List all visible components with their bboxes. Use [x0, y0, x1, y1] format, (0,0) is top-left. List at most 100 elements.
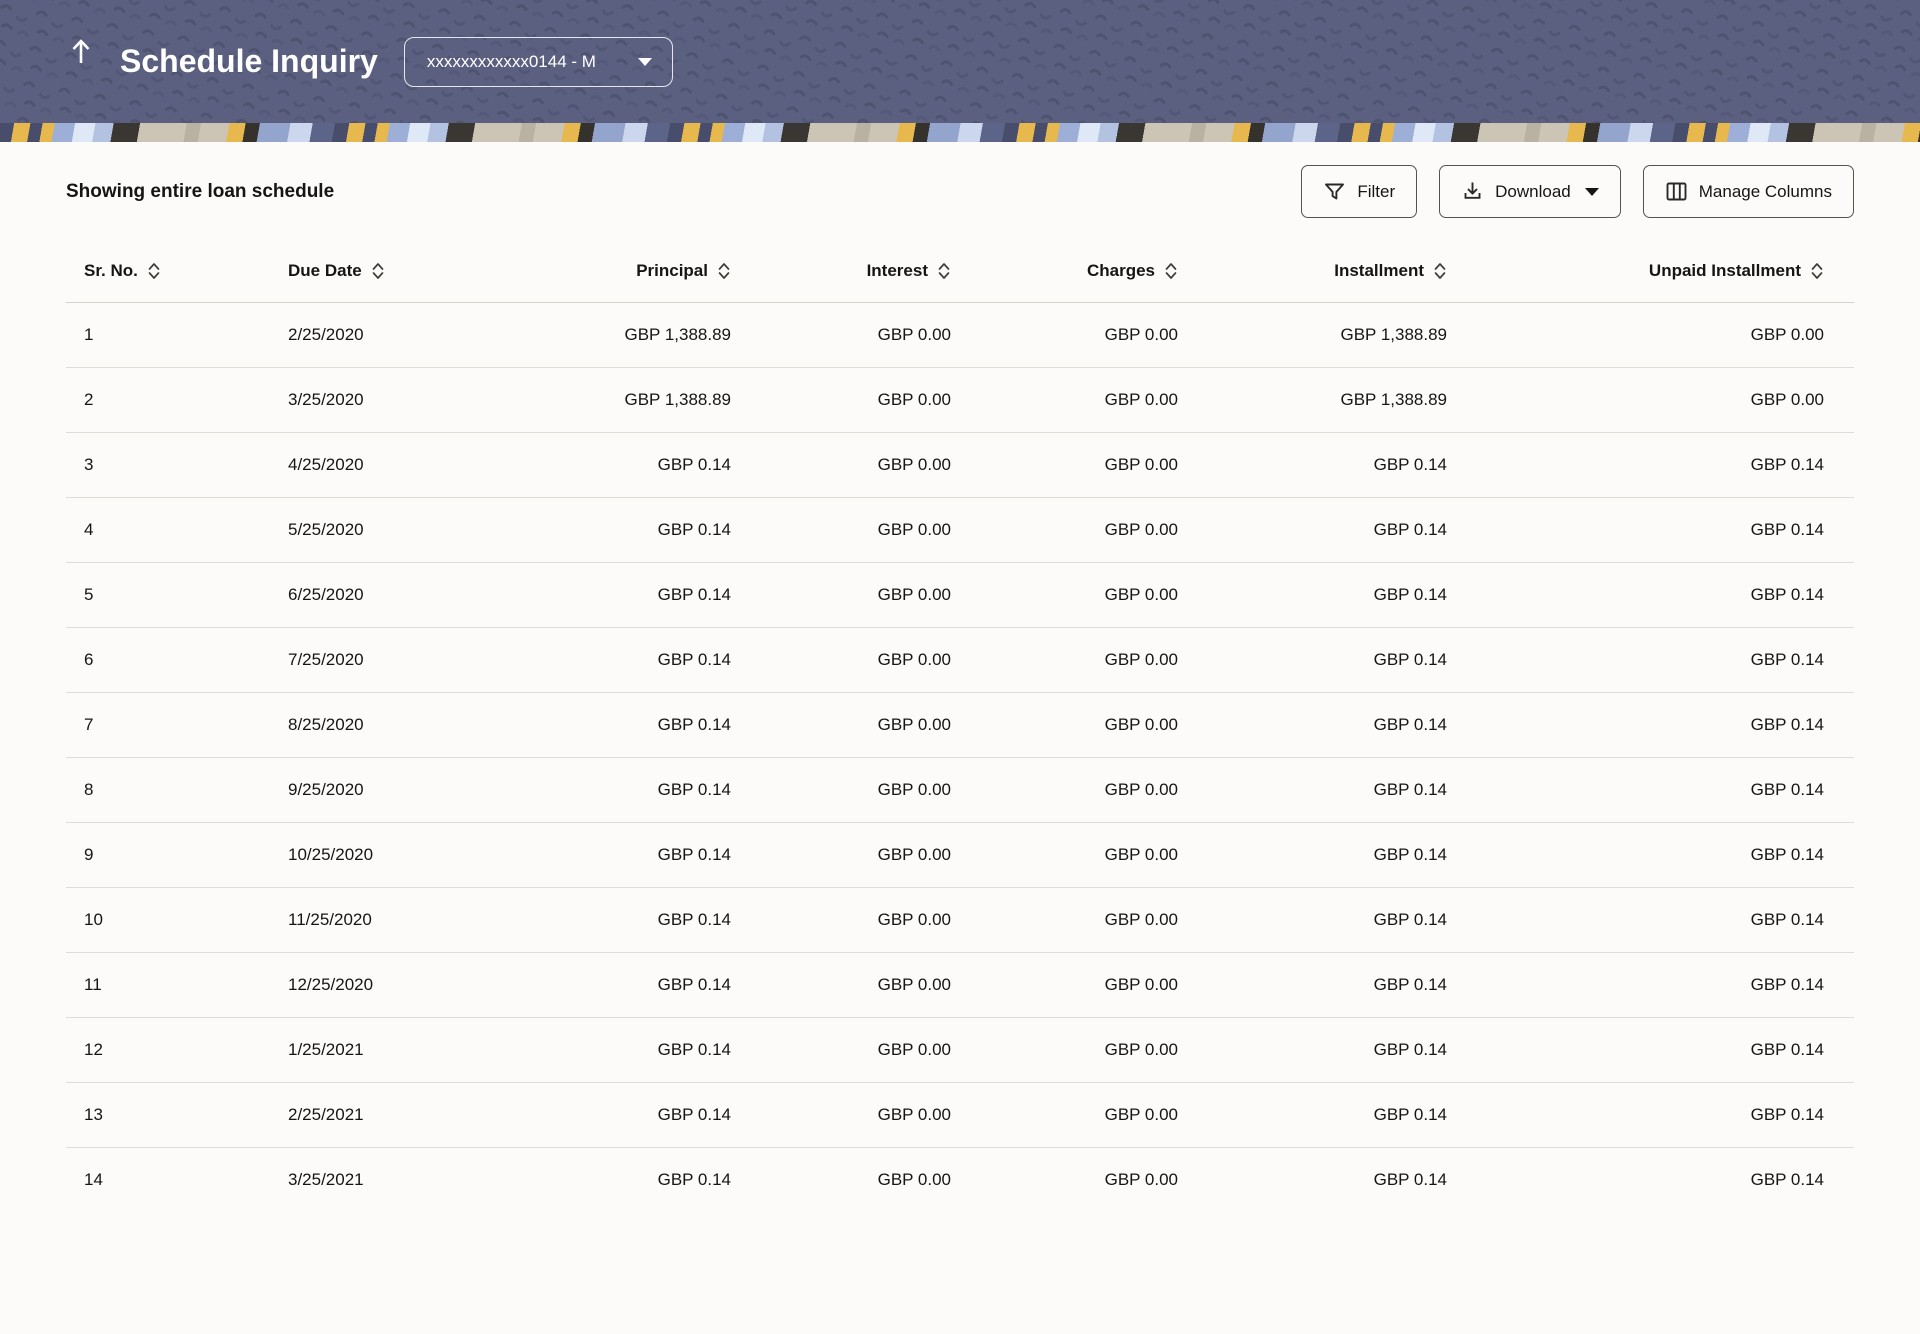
cell-charges: GBP 0.00 — [951, 887, 1178, 952]
table-row: 78/25/2020GBP 0.14GBP 0.00GBP 0.00GBP 0.… — [66, 692, 1854, 757]
manage-columns-icon — [1665, 180, 1688, 203]
cell-installment: GBP 0.14 — [1178, 432, 1447, 497]
cell-principal: GBP 0.14 — [518, 757, 731, 822]
sort-icon — [1433, 261, 1447, 281]
sort-icon — [937, 261, 951, 281]
sort-icon — [147, 261, 161, 281]
cell-unpaid-installment: GBP 0.14 — [1447, 822, 1854, 887]
cell-interest: GBP 0.00 — [731, 497, 951, 562]
page-title: Schedule Inquiry — [120, 43, 378, 80]
cell-interest: GBP 0.00 — [731, 1017, 951, 1082]
cell-principal: GBP 0.14 — [518, 1082, 731, 1147]
cell-sr-no: 11 — [66, 952, 288, 1017]
sort-icon — [717, 261, 731, 281]
sort-icon — [1810, 261, 1824, 281]
account-dropdown[interactable]: xxxxxxxxxxxx0144 - M — [404, 37, 673, 87]
cell-installment: GBP 0.14 — [1178, 952, 1447, 1017]
cell-principal: GBP 0.14 — [518, 497, 731, 562]
cell-principal: GBP 0.14 — [518, 627, 731, 692]
cell-unpaid-installment: GBP 0.14 — [1447, 887, 1854, 952]
cell-due-date: 8/25/2020 — [288, 692, 518, 757]
cell-interest: GBP 0.00 — [731, 1147, 951, 1212]
account-dropdown-value: xxxxxxxxxxxx0144 - M — [427, 52, 596, 72]
sort-icon — [1164, 261, 1178, 281]
manage-columns-button[interactable]: Manage Columns — [1643, 165, 1854, 218]
table-row: 45/25/2020GBP 0.14GBP 0.00GBP 0.00GBP 0.… — [66, 497, 1854, 562]
cell-unpaid-installment: GBP 0.14 — [1447, 627, 1854, 692]
cell-interest: GBP 0.00 — [731, 1082, 951, 1147]
column-header-installment[interactable]: Installment — [1178, 240, 1447, 302]
table-row: 56/25/2020GBP 0.14GBP 0.00GBP 0.00GBP 0.… — [66, 562, 1854, 627]
cell-charges: GBP 0.00 — [951, 1017, 1178, 1082]
cell-charges: GBP 0.00 — [951, 757, 1178, 822]
sort-icon — [371, 261, 385, 281]
chevron-down-icon — [1585, 188, 1599, 196]
table-row: 132/25/2021GBP 0.14GBP 0.00GBP 0.00GBP 0… — [66, 1082, 1854, 1147]
cell-interest: GBP 0.00 — [731, 627, 951, 692]
download-button[interactable]: Download — [1439, 165, 1621, 218]
column-header-due-date[interactable]: Due Date — [288, 240, 518, 302]
cell-installment: GBP 0.14 — [1178, 1017, 1447, 1082]
cell-due-date: 5/25/2020 — [288, 497, 518, 562]
toolbar-buttons: Filter Download Manage Columns — [1301, 165, 1854, 218]
cell-installment: GBP 1,388.89 — [1178, 302, 1447, 367]
table-row: 143/25/2021GBP 0.14GBP 0.00GBP 0.00GBP 0… — [66, 1147, 1854, 1212]
cell-interest: GBP 0.00 — [731, 757, 951, 822]
cell-installment: GBP 0.14 — [1178, 692, 1447, 757]
table-row: 34/25/2020GBP 0.14GBP 0.00GBP 0.00GBP 0.… — [66, 432, 1854, 497]
table-row: 910/25/2020GBP 0.14GBP 0.00GBP 0.00GBP 0… — [66, 822, 1854, 887]
cell-interest: GBP 0.00 — [731, 887, 951, 952]
cell-installment: GBP 0.14 — [1178, 497, 1447, 562]
arrow-up-icon — [68, 36, 94, 66]
cell-principal: GBP 0.14 — [518, 1147, 731, 1212]
manage-columns-button-label: Manage Columns — [1699, 182, 1832, 202]
cell-sr-no: 9 — [66, 822, 288, 887]
cell-unpaid-installment: GBP 0.14 — [1447, 497, 1854, 562]
main-content: Showing entire loan schedule Filter Down… — [0, 165, 1920, 1212]
cell-unpaid-installment: GBP 0.14 — [1447, 1082, 1854, 1147]
filter-icon — [1323, 180, 1346, 203]
cell-principal: GBP 0.14 — [518, 1017, 731, 1082]
cell-due-date: 1/25/2021 — [288, 1017, 518, 1082]
column-header-principal[interactable]: Principal — [518, 240, 731, 302]
cell-principal: GBP 1,388.89 — [518, 367, 731, 432]
cell-due-date: 12/25/2020 — [288, 952, 518, 1017]
column-header-label: Charges — [1087, 261, 1155, 281]
table-row: 23/25/2020GBP 1,388.89GBP 0.00GBP 0.00GB… — [66, 367, 1854, 432]
cell-unpaid-installment: GBP 0.14 — [1447, 432, 1854, 497]
cell-installment: GBP 1,388.89 — [1178, 367, 1447, 432]
cell-unpaid-installment: GBP 0.00 — [1447, 302, 1854, 367]
filter-button[interactable]: Filter — [1301, 165, 1417, 218]
cell-unpaid-installment: GBP 0.14 — [1447, 562, 1854, 627]
cell-due-date: 9/25/2020 — [288, 757, 518, 822]
cell-unpaid-installment: GBP 0.14 — [1447, 757, 1854, 822]
column-header-charges[interactable]: Charges — [951, 240, 1178, 302]
column-header-label: Unpaid Installment — [1649, 261, 1801, 281]
cell-installment: GBP 0.14 — [1178, 627, 1447, 692]
cell-due-date: 3/25/2021 — [288, 1147, 518, 1212]
table-header-row: Sr. No.Due DatePrincipalInterest Charges I… — [66, 240, 1854, 302]
cell-charges: GBP 0.00 — [951, 432, 1178, 497]
header-content: Schedule Inquiry xxxxxxxxxxxx0144 - M — [0, 0, 1920, 123]
cell-unpaid-installment: GBP 0.14 — [1447, 1017, 1854, 1082]
table-row: 1112/25/2020GBP 0.14GBP 0.00GBP 0.00GBP … — [66, 952, 1854, 1017]
cell-principal: GBP 0.14 — [518, 952, 731, 1017]
cell-due-date: 11/25/2020 — [288, 887, 518, 952]
app-header: Schedule Inquiry xxxxxxxxxxxx0144 - M — [0, 0, 1920, 123]
table-body: 12/25/2020GBP 1,388.89GBP 0.00GBP 0.00GB… — [66, 302, 1854, 1212]
cell-principal: GBP 1,388.89 — [518, 302, 731, 367]
decorative-banner-strip — [0, 123, 1920, 142]
table-row: 1011/25/2020GBP 0.14GBP 0.00GBP 0.00GBP … — [66, 887, 1854, 952]
cell-installment: GBP 0.14 — [1178, 1082, 1447, 1147]
cell-sr-no: 4 — [66, 497, 288, 562]
download-button-label: Download — [1495, 182, 1571, 202]
column-header-unpaid-installment[interactable]: Unpaid Installment — [1447, 240, 1854, 302]
cell-charges: GBP 0.00 — [951, 367, 1178, 432]
cell-due-date: 6/25/2020 — [288, 562, 518, 627]
cell-sr-no: 10 — [66, 887, 288, 952]
cell-unpaid-installment: GBP 0.14 — [1447, 1147, 1854, 1212]
cell-charges: GBP 0.00 — [951, 302, 1178, 367]
column-header-sr-no[interactable]: Sr. No. — [66, 240, 288, 302]
back-to-top-button[interactable] — [64, 32, 98, 70]
column-header-interest[interactable]: Interest — [731, 240, 951, 302]
